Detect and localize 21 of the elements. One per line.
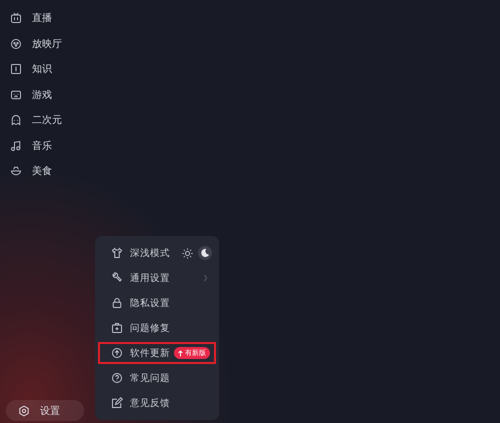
menu-item[interactable]: 隐私设置 [98,292,216,314]
sidebar-item[interactable]: 二次元 [10,110,500,130]
menu-item-label: 通用设置 [130,272,170,284]
sidebar-item[interactable]: 美食 [10,161,500,182]
menu-item-label: 常见问题 [130,372,170,384]
menu-item-label: 软件更新 [130,346,170,360]
menu-item-label: 问题修复 [130,322,170,334]
menu-item[interactable]: 通用设置 [98,267,216,289]
menu-item[interactable]: 意见反馈 [98,392,216,414]
sidebar-item[interactable]: 知识 [10,59,500,80]
menu-item[interactable]: 常见问题 [98,367,216,389]
menu-item-label: 隐私设置 [130,296,170,310]
menu-item-label: 深浅模式 [130,246,170,260]
sidebar-item[interactable]: 直播 [10,8,500,28]
menu-item[interactable]: 问题修复 [98,317,216,339]
menu-item-label: 意见反馈 [130,396,170,410]
sidebar-item[interactable]: 音乐 [10,136,500,156]
sidebar-item[interactable]: 放映厅 [10,34,500,54]
sidebar-item[interactable]: 游戏 [10,84,500,105]
menu-item[interactable]: 深浅模式 [98,242,216,264]
settings-button[interactable]: 设置 [6,400,84,421]
